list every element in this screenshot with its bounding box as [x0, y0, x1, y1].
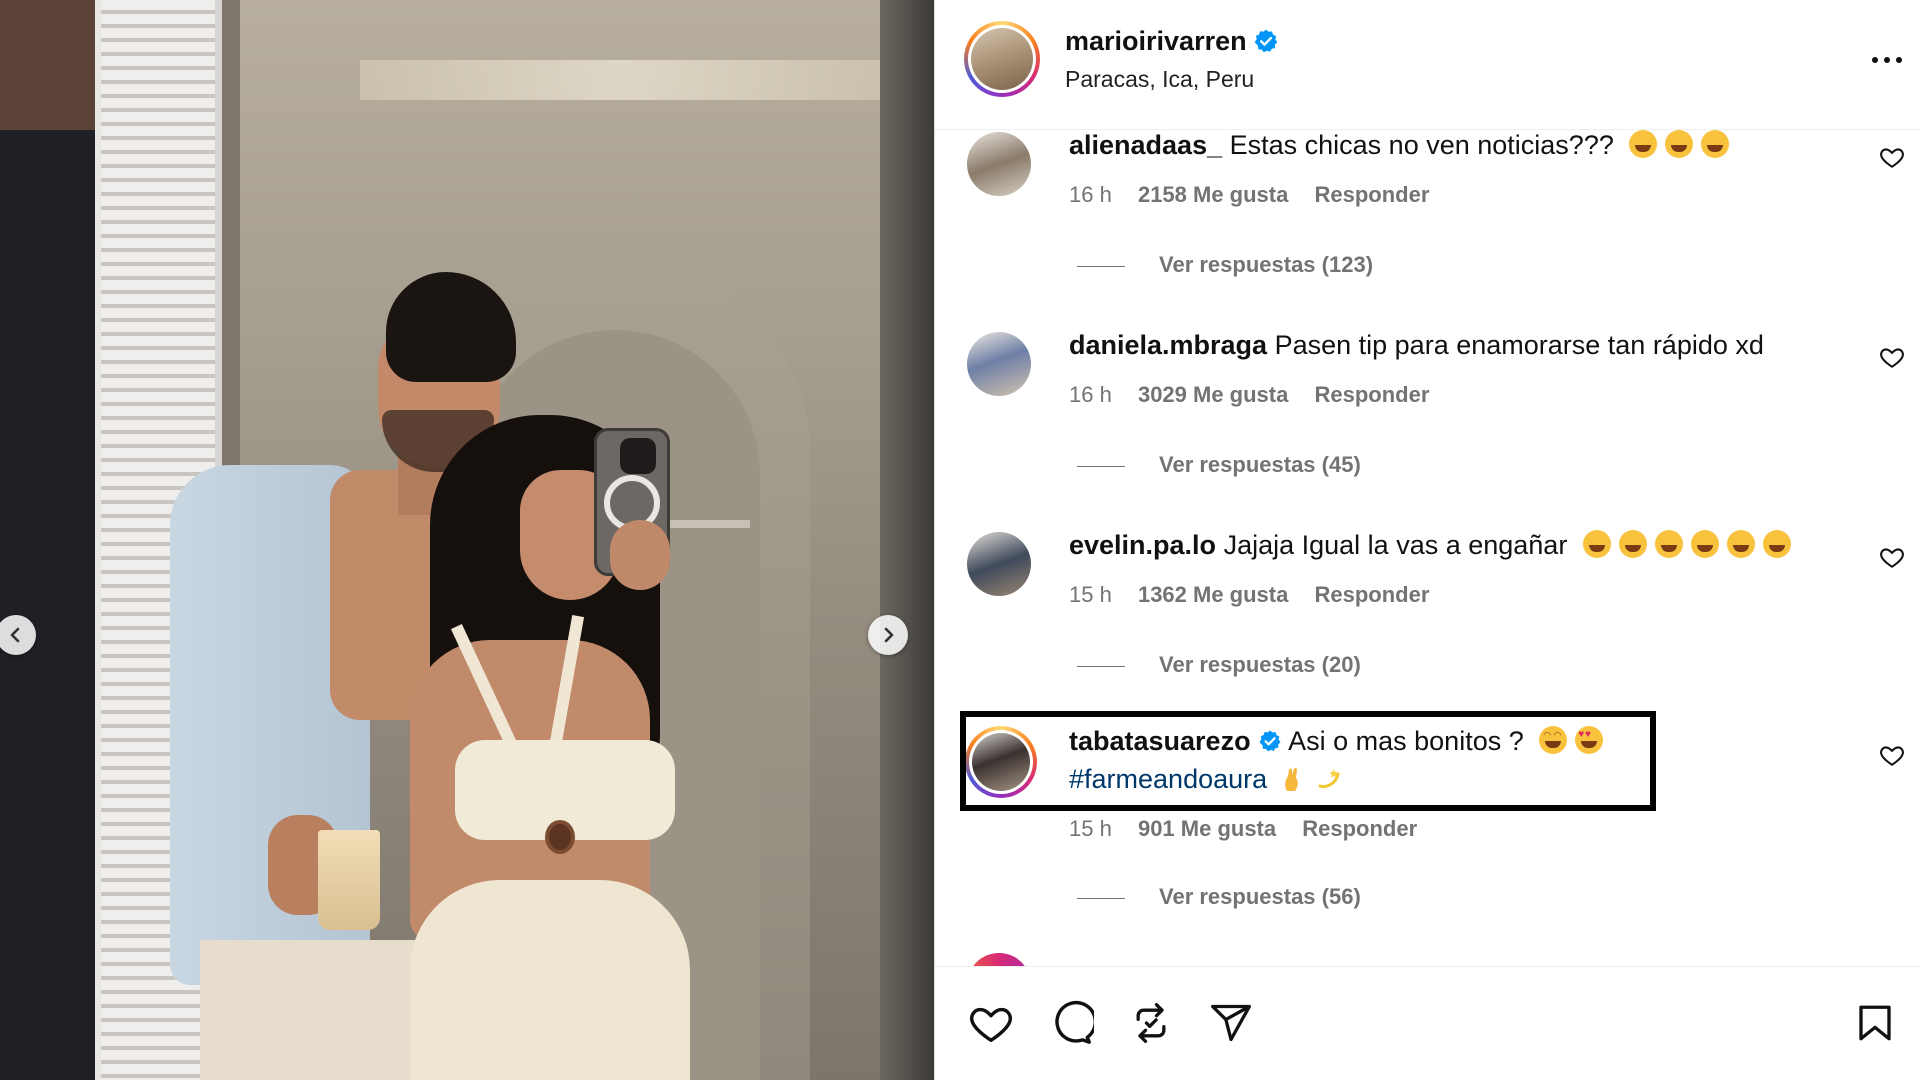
comment-username[interactable]: daniela.mbraga — [1069, 330, 1267, 360]
reply-button[interactable]: Responder — [1314, 382, 1429, 407]
share-button[interactable] — [1205, 997, 1257, 1049]
reply-button[interactable]: Responder — [1314, 582, 1429, 607]
photo-right-wall — [880, 0, 934, 1080]
comment-highlight-box — [960, 711, 1656, 811]
view-replies-button[interactable]: Ver respuestas (45) — [1077, 452, 1361, 478]
replies-line — [1077, 665, 1125, 667]
view-replies-label: Ver respuestas (123) — [1159, 252, 1374, 277]
chevron-right-icon — [884, 627, 894, 643]
comment-likes[interactable]: 3029 Me gusta — [1138, 382, 1288, 407]
heart-icon[interactable] — [1879, 144, 1905, 170]
verified-badge-icon — [1254, 29, 1278, 53]
laughing-emoji — [1629, 130, 1658, 158]
laughing-emoji — [1726, 530, 1755, 558]
replies-line — [1077, 265, 1125, 267]
paper-cup — [318, 830, 380, 930]
comment-username[interactable]: evelin.pa.lo — [1069, 530, 1216, 560]
comment-text: Jajaja Igual la vas a engañar — [1223, 530, 1568, 560]
photo-doorway — [0, 130, 95, 1080]
post-location[interactable]: Paracas, Ica, Peru — [1065, 66, 1254, 93]
comment-text: Estas chicas no ven noticias??? — [1229, 130, 1614, 160]
comment-body: alienadaas_ Estas chicas no ven noticias… — [1069, 130, 1730, 161]
comment-body: daniela.mbraga Pasen tip para enamorarse… — [1069, 330, 1764, 361]
phone-camera — [620, 438, 656, 474]
view-replies-label: Ver respuestas (56) — [1159, 884, 1361, 909]
chevron-left-icon — [10, 627, 20, 643]
comment-text: Pasen tip para enamorarse tan rápido xd — [1274, 330, 1764, 360]
comment-icon — [1055, 1000, 1094, 1044]
comment-meta: 16 h 3029 Me gusta Responder — [1069, 382, 1449, 408]
heart-icon[interactable] — [1879, 742, 1905, 768]
comment-meta: 15 h 1362 Me gusta Responder — [1069, 582, 1449, 608]
photo-ceiling-light — [360, 60, 880, 100]
replies-line — [1077, 465, 1125, 467]
share-icon — [1211, 1004, 1251, 1042]
comment-time[interactable]: 16 h — [1069, 382, 1112, 407]
photo-wall — [0, 0, 110, 140]
comment-username[interactable]: alienadaas_ — [1069, 130, 1222, 160]
heart-icon — [970, 1007, 1012, 1042]
commenter-avatar[interactable] — [967, 532, 1031, 596]
replies-line — [1077, 897, 1125, 899]
more-options-button[interactable] — [1869, 42, 1905, 78]
bookmark-icon — [1859, 1005, 1891, 1041]
laughing-emoji — [1654, 530, 1683, 558]
post-details-panel: marioirivarren Paracas, Ica, Peru aliena… — [935, 0, 1920, 1080]
laughing-emoji — [1665, 130, 1694, 158]
laughing-emoji — [1701, 130, 1730, 158]
dress-skirt — [410, 880, 690, 1080]
man-pants — [200, 940, 430, 1080]
view-replies-button[interactable]: Ver respuestas (56) — [1077, 884, 1361, 910]
laughing-emoji — [1618, 530, 1647, 558]
comment-likes[interactable]: 901 Me gusta — [1138, 816, 1276, 841]
view-replies-label: Ver respuestas (20) — [1159, 652, 1361, 677]
repost-icon — [1136, 1003, 1166, 1043]
carousel-next-button[interactable] — [868, 615, 908, 655]
like-button[interactable] — [965, 997, 1017, 1049]
view-replies-label: Ver respuestas (45) — [1159, 452, 1361, 477]
comment-meta: 15 h 901 Me gusta Responder — [1069, 816, 1437, 842]
reply-button[interactable]: Responder — [1314, 182, 1429, 207]
save-button[interactable] — [1849, 997, 1901, 1049]
comment-time[interactable]: 15 h — [1069, 816, 1112, 841]
comment-button[interactable] — [1045, 997, 1097, 1049]
woman-hand — [610, 520, 670, 590]
post-header: marioirivarren Paracas, Ica, Peru — [935, 0, 1920, 130]
owner-username[interactable]: marioirivarren — [1065, 26, 1247, 57]
post-photo[interactable] — [0, 0, 934, 1080]
comment-likes[interactable]: 2158 Me gusta — [1138, 182, 1288, 207]
comment-time[interactable]: 15 h — [1069, 582, 1112, 607]
post-action-bar — [935, 966, 1920, 1080]
comment-body: evelin.pa.lo Jajaja Igual la vas a engañ… — [1069, 530, 1791, 561]
repost-button[interactable] — [1125, 997, 1177, 1049]
comment-likes[interactable]: 1362 Me gusta — [1138, 582, 1288, 607]
comment-meta: 16 h 2158 Me gusta Responder — [1069, 182, 1449, 208]
reply-button[interactable]: Responder — [1302, 816, 1417, 841]
laughing-emoji — [1582, 530, 1611, 558]
next-commenter-avatar-peek — [967, 953, 1031, 967]
view-replies-button[interactable]: Ver respuestas (20) — [1077, 652, 1361, 678]
commenter-avatar[interactable] — [967, 132, 1031, 196]
laughing-emoji — [1762, 530, 1791, 558]
more-icon — [1872, 57, 1902, 63]
laughing-emoji — [1690, 530, 1719, 558]
commenter-avatar[interactable] — [967, 332, 1031, 396]
owner-avatar[interactable] — [964, 21, 1040, 97]
dress-ring — [545, 820, 575, 854]
heart-icon[interactable] — [1879, 344, 1905, 370]
comment-time[interactable]: 16 h — [1069, 182, 1112, 207]
heart-icon[interactable] — [1879, 544, 1905, 570]
view-replies-button[interactable]: Ver respuestas (123) — [1077, 252, 1373, 278]
